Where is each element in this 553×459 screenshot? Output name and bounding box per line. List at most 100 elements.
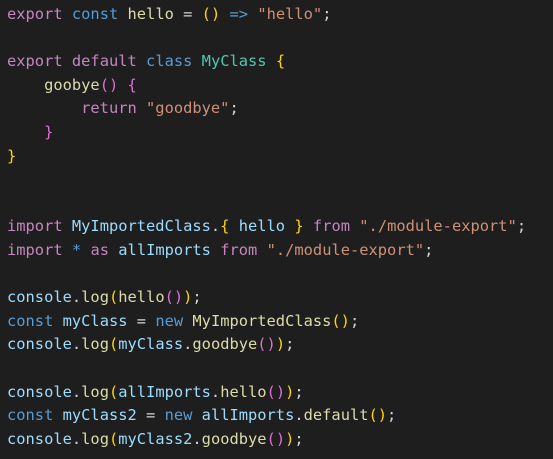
code-token: ; <box>285 335 295 354</box>
code-token: export <box>7 52 63 71</box>
code-token: ( <box>108 382 119 401</box>
code-token: class <box>146 52 193 71</box>
code-token: import <box>7 240 63 259</box>
code-token: "hello" <box>257 5 323 23</box>
code-token: myClass <box>118 335 184 354</box>
code-line[interactable]: return "goodbye"; <box>7 97 553 121</box>
code-token: () <box>266 382 286 401</box>
code-token: log <box>81 335 109 354</box>
code-token: allImports <box>118 240 211 259</box>
code-token: log <box>81 429 109 448</box>
code-token: "goodbye" <box>146 99 230 118</box>
code-token: return <box>81 99 137 118</box>
code-token: ; <box>424 240 434 259</box>
code-token: () <box>99 75 119 94</box>
code-line[interactable]: export const hello = () => "hello"; <box>7 3 553 27</box>
code-line[interactable]: } <box>7 121 553 145</box>
code-token: . <box>294 406 304 425</box>
code-token: myClass <box>62 311 128 330</box>
code-line[interactable]: console.log(allImports.hello()); <box>7 381 553 405</box>
code-line[interactable]: console.log(myClass.goodbye()); <box>7 333 553 357</box>
code-token: . <box>71 429 82 448</box>
code-token: hello <box>220 382 267 401</box>
code-line[interactable] <box>7 27 553 51</box>
code-token: = <box>127 311 156 330</box>
code-token: ) <box>285 429 295 448</box>
code-editor[interactable]: export const hello = () => "hello"; expor… <box>0 0 553 459</box>
code-token: goodbye <box>192 335 258 354</box>
code-token: } <box>7 146 17 165</box>
code-token: . <box>210 217 221 236</box>
code-token: ) <box>275 335 286 354</box>
code-token: const <box>7 406 54 425</box>
code-token: ; <box>294 382 304 401</box>
code-line[interactable]: const myClass2 = new allImports.default(… <box>7 404 553 428</box>
code-token: MyClass <box>201 52 267 71</box>
code-token: "./module-export" <box>359 217 517 236</box>
code-line[interactable]: } <box>7 145 553 169</box>
code-token: const <box>7 311 54 330</box>
code-token: hello <box>127 5 174 23</box>
code-token: console <box>7 288 72 307</box>
code-token: } <box>44 122 54 141</box>
code-token: () <box>257 335 276 354</box>
code-token: ; <box>516 217 527 236</box>
code-line[interactable]: console.log(myClass2.goodbye()); <box>7 428 553 452</box>
code-line[interactable] <box>7 192 553 216</box>
code-token: hello <box>238 217 286 236</box>
code-token: new <box>164 406 193 425</box>
code-token: * <box>71 240 82 259</box>
code-token: } <box>294 217 304 236</box>
code-token: ( <box>108 335 119 354</box>
code-token: () <box>331 311 350 330</box>
code-line[interactable]: const myClass = new MyImportedClass(); <box>7 310 553 334</box>
code-token: . <box>192 429 202 448</box>
code-token: default <box>303 406 369 425</box>
code-token: ; <box>229 99 239 118</box>
code-line[interactable] <box>7 168 553 192</box>
code-token: MyImportedClass <box>192 311 332 330</box>
code-token: myClass2 <box>118 429 193 448</box>
code-line[interactable]: import MyImportedClass.{ hello } from ".… <box>7 215 553 239</box>
code-token: as <box>90 240 109 259</box>
code-line[interactable]: goobye() { <box>7 74 553 98</box>
code-token: ; <box>387 406 397 425</box>
code-token: ( <box>108 288 119 307</box>
code-token: . <box>183 335 193 354</box>
code-token: log <box>81 382 109 401</box>
code-line[interactable]: import * as allImports from "./module-ex… <box>7 239 553 263</box>
code-token: hello <box>118 288 165 307</box>
code-token: . <box>71 382 82 401</box>
code-token: () <box>266 429 286 448</box>
code-token: MyImportedClass <box>71 217 211 236</box>
code-token: ; <box>322 5 332 23</box>
code-token: allImports <box>118 382 211 401</box>
code-line[interactable]: export default class MyClass { <box>7 50 553 74</box>
code-line[interactable] <box>7 357 553 381</box>
code-line[interactable]: console.log(hello()); <box>7 286 553 310</box>
code-token: ; <box>349 311 360 330</box>
code-line[interactable] <box>7 263 553 287</box>
code-token: . <box>210 382 221 401</box>
code-token: ; <box>192 288 202 307</box>
code-token: () <box>368 406 388 425</box>
code-token: . <box>71 335 82 354</box>
code-token: console <box>7 335 72 354</box>
